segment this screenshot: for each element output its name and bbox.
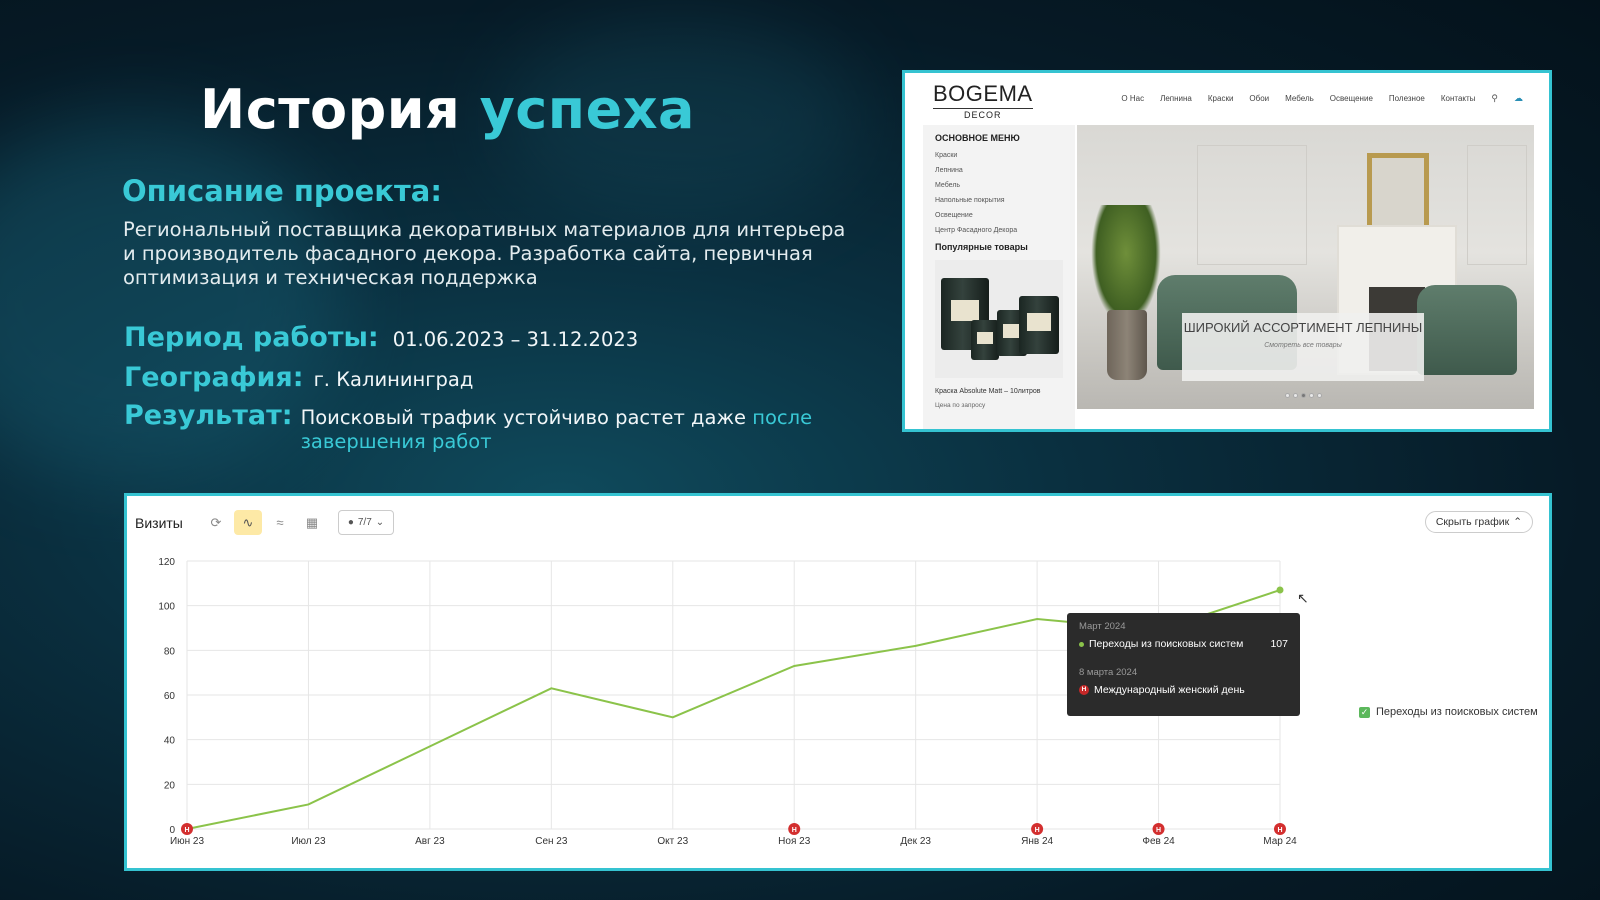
chart-legend[interactable]: ✓ Переходы из поисковых систем [1359,706,1538,718]
legend-label: Переходы из поисковых систем [1376,706,1538,718]
y-tick-label: 120 [158,557,175,568]
site-product-name: Краска Absolute Matt – 10литров [935,388,1041,395]
mirror [1367,153,1429,233]
holiday-badge: Н [1079,685,1089,695]
tooltip-month: Март 2024 [1079,621,1126,632]
geo-label: География: [124,362,304,393]
period-value: 01.06.2023 – 31.12.2023 [392,328,639,351]
x-tick-label: Июн 23 [170,836,205,847]
period-label: Период работы: [124,322,379,353]
site-sidebar-item: Мебель [935,182,961,189]
hero-banner: ШИРОКИЙ АССОРТИМЕНТ ЛЕПНИНЫ Смотреть все… [1182,313,1424,381]
y-tick-label: 0 [169,825,175,836]
visits-line-chart: 0 20 40 60 80 100 120 Июн 23 Июл 23 Авг 23 Сен 23 О… [158,557,1297,847]
site-sidebar-heading: ОСНОВНОЕ МЕНЮ [935,133,1020,143]
geo-row: География: г. Калининград [124,362,473,393]
tooltip-event-row: Н Международный женский день [1079,684,1288,696]
tooltip-event-date: 8 марта 2024 [1079,667,1138,678]
site-product-image [935,260,1063,378]
result-label: Результат: [124,400,293,431]
site-hero-image: ШИРОКИЙ АССОРТИМЕНТ ЛЕПНИНЫ Смотреть все… [1077,125,1534,409]
tooltip-series-name: Переходы из поисковых систем [1089,638,1244,650]
site-sidebar-item: Центр Фасадного Декора [935,227,1018,234]
slider-dot [1317,393,1322,398]
site-product-price: Цена по запросу [935,402,986,409]
x-tick-label: Окт 23 [657,836,688,847]
title-main: История [200,78,461,141]
x-tick-label: Авг 23 [415,836,445,847]
project-description-heading: Описание проекта: [122,174,442,208]
result-row: Результат: Поисковый трафик устойчиво ра… [124,400,864,454]
result-text-main: Поисковый трафик устойчиво растет даже [300,406,753,429]
site-nav-item: О Нас [1121,94,1145,103]
y-tick-label: 100 [158,602,175,613]
cart-icon: ☁ [1514,93,1523,103]
project-description: Региональный поставщика декоративных мат… [123,218,846,289]
paint-can [971,320,999,360]
legend-checkbox[interactable]: ✓ [1359,706,1370,718]
holiday-marker-label: Н [792,827,797,834]
plant-pot [1107,310,1147,380]
site-nav-item: Полезное [1388,94,1425,103]
series-dot [1079,641,1084,647]
x-tick-label: Мар 24 [1263,836,1297,847]
site-logo-sub: DECOR [933,108,1033,120]
slider-dot [1293,393,1298,398]
data-point [1276,586,1284,594]
wall-molding [1197,145,1307,265]
website-screenshot: BOGEMA DECOR О Нас Лепнина Краски Обои М… [902,70,1552,432]
site-logo: BOGEMA DECOR [933,81,1033,120]
site-nav-item: Мебель [1285,94,1314,103]
x-tick-label: Янв 24 [1021,836,1053,847]
armchair [1417,285,1517,375]
site-sidebar-item: Напольные покрытия [935,197,1005,204]
site-nav-item: Обои [1249,94,1270,103]
x-tick-label: Ноя 23 [778,836,811,847]
y-tick-label: 60 [164,691,176,702]
site-sidebar: ОСНОВНОЕ МЕНЮ Краски Лепнина Мебель Напо… [923,125,1075,429]
search-icon: ⚲ [1491,93,1498,103]
geo-value: г. Калининград [313,368,474,391]
hero-banner-title: ШИРОКИЙ АССОРТИМЕНТ ЛЕПНИНЫ [1183,320,1423,335]
holiday-marker-label: Н [1156,827,1161,834]
x-tick-label: Дек 23 [900,836,931,847]
title-accent: успеха [479,78,695,141]
holiday-marker-label: Н [184,827,189,834]
tooltip-value: 107 [1270,638,1288,650]
site-logo-main: BOGEMA [933,81,1033,106]
chart-tooltip: Март 2024 Переходы из поисковых систем 1… [1067,613,1300,716]
hero-banner-link: Смотреть все товары [1264,342,1342,349]
y-tick-label: 20 [164,780,176,791]
site-nav-item: Лепнина [1160,94,1192,103]
tooltip-series-row: Переходы из поисковых систем 107 [1079,638,1288,650]
paint-can [1019,296,1059,354]
result-text: Поисковый трафик устойчиво растет даже п… [301,406,821,454]
page-title: История успеха [200,78,695,141]
holiday-marker-label: Н [1277,827,1282,834]
slider-dots [1285,393,1322,398]
slider-dot [1309,393,1314,398]
site-nav-item: Контакты [1440,94,1476,103]
holiday-marker-label: Н [1035,827,1040,834]
tooltip-event-name: Международный женский день [1094,684,1245,696]
site-nav: О Нас Лепнина Краски Обои Мебель Освещен… [1121,93,1523,104]
y-tick-label: 40 [164,736,176,747]
site-nav-item: Краски [1207,94,1234,103]
x-tick-label: Сен 23 [535,836,568,847]
plant [1091,205,1161,325]
slider-dot [1301,393,1306,398]
mouse-cursor-icon: ↖ [1297,590,1309,606]
site-sidebar-item: Лепнина [935,167,963,174]
y-tick-label: 80 [164,646,176,657]
site-sidebar-item: Краски [935,152,958,159]
wall-molding [1467,145,1527,265]
site-popular-heading: Популярные товары [935,242,1028,252]
visits-chart-panel: Визиты ⟳ ∿ ≈ ▦ ● 7/7 ⌄ Скрыть график ⌃ 0… [124,493,1552,871]
period-row: Период работы: 01.06.2023 – 31.12.2023 [124,322,638,353]
site-nav-item: Освещение [1329,94,1373,103]
x-tick-label: Июл 23 [291,836,326,847]
x-tick-label: Фев 24 [1142,836,1175,847]
slider-dot [1285,393,1290,398]
site-sidebar-item: Освещение [935,212,973,219]
